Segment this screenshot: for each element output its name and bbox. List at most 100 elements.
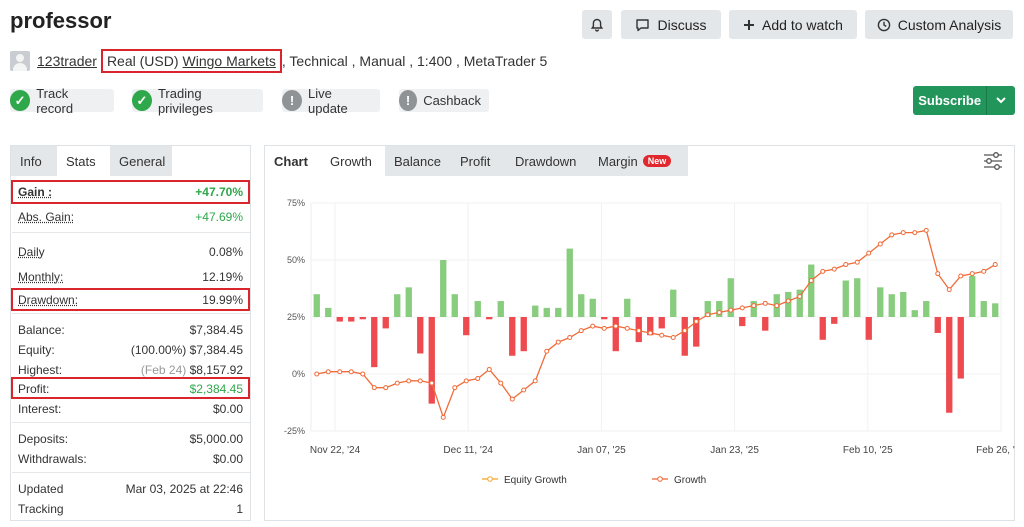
bar: [865, 317, 872, 340]
x-tick-label: Jan 07, '25: [577, 445, 626, 456]
bar: [520, 317, 527, 352]
bar: [612, 317, 619, 352]
tab-growth[interactable]: Growth: [321, 146, 385, 176]
bar: [934, 317, 941, 333]
growth-point: [935, 271, 941, 277]
sliders-icon: [984, 152, 1002, 170]
bar: [474, 301, 481, 317]
growth-point: [417, 378, 423, 384]
growth-point: [578, 328, 584, 334]
bar: [658, 317, 665, 329]
growth-point: [567, 335, 573, 341]
stats-tabs: Info Stats General: [11, 146, 172, 176]
growth-point: [923, 227, 929, 233]
tab-margin-label: Margin: [598, 153, 638, 169]
stat-label: Highest:: [18, 363, 63, 377]
stat-value: $7,384.45: [189, 343, 243, 357]
discuss-label: Discuss: [657, 16, 707, 33]
stat-value: $2,384.45: [189, 382, 243, 396]
bar: [417, 317, 424, 354]
growth-point: [383, 385, 389, 391]
bar: [888, 294, 895, 317]
bar: [371, 317, 378, 368]
tab-info[interactable]: Info: [11, 146, 57, 176]
stat-label: Interest:: [18, 402, 62, 416]
growth-point: [705, 312, 711, 318]
bar: [785, 291, 792, 317]
chart-tabs: Chart Growth Balance Profit Drawdown Mar…: [265, 146, 688, 176]
bar: [463, 317, 470, 336]
notify-button[interactable]: [582, 10, 612, 39]
cashback-badge[interactable]: ! Cashback: [399, 89, 489, 112]
growth-point: [762, 300, 768, 306]
stat-extra: (100.00%): [130, 343, 187, 357]
stat-label: Abs. Gain:: [18, 210, 75, 224]
bar: [911, 310, 918, 317]
bar: [394, 294, 401, 317]
bar: [762, 317, 769, 331]
chart-settings-button[interactable]: [982, 151, 1004, 171]
growth-point: [693, 319, 699, 325]
custom-analysis-label: Custom Analysis: [897, 16, 1002, 33]
stat-abs-gain: Abs. Gain: +47.69%: [18, 210, 243, 224]
growth-point: [394, 380, 400, 386]
tab-stats[interactable]: Stats: [57, 146, 110, 176]
tab-margin[interactable]: Margin New: [589, 146, 688, 176]
tab-profit[interactable]: Profit: [451, 146, 506, 176]
growth-point: [716, 309, 722, 315]
bar: [566, 248, 573, 317]
growth-point: [808, 278, 814, 284]
discuss-button[interactable]: Discuss: [621, 10, 721, 39]
custom-analysis-button[interactable]: Custom Analysis: [865, 10, 1013, 39]
divider: [12, 422, 250, 423]
growth-point: [739, 305, 745, 311]
bar: [543, 307, 550, 317]
bar: [359, 317, 366, 320]
stat-value: Mar 03, 2025 at 22:46: [125, 482, 243, 496]
growth-point: [371, 385, 377, 391]
live-update-badge[interactable]: ! Live update: [282, 86, 380, 116]
stat-drawdown: Drawdown: 19.99%: [18, 293, 243, 307]
tab-general[interactable]: General: [110, 146, 172, 176]
stat-label: Balance:: [18, 323, 65, 337]
growth-point: [348, 369, 354, 375]
subscribe-button[interactable]: Subscribe: [913, 86, 1015, 115]
add-to-watch-button[interactable]: Add to watch: [729, 10, 857, 39]
clock-icon: [877, 18, 891, 31]
growth-point: [958, 273, 964, 279]
stat-value: $0.00: [212, 452, 243, 466]
bar: [969, 275, 976, 317]
chevron-down-icon[interactable]: [986, 86, 1015, 115]
account-meta: 123trader Real (USD) Wingo Markets , Tec…: [10, 49, 547, 73]
x-axis: Nov 22, '24 Dec 11, '24 Jan 07, '25 Jan 23,…: [310, 445, 1015, 456]
exclamation-icon: !: [282, 90, 302, 111]
growth-point: [360, 371, 366, 377]
x-tick-label: Dec 11, '24: [443, 445, 493, 456]
user-link[interactable]: 123trader: [37, 53, 97, 69]
growth-point: [463, 378, 469, 384]
growth-point: [969, 271, 975, 277]
check-icon: ✓: [132, 90, 152, 111]
tab-drawdown[interactable]: Drawdown: [506, 146, 589, 176]
bar: [877, 287, 884, 317]
stat-label: Profit:: [18, 382, 50, 396]
bar: [739, 317, 746, 327]
bar: [405, 287, 412, 317]
add-to-watch-label: Add to watch: [762, 16, 843, 33]
broker-link[interactable]: Wingo Markets: [183, 53, 276, 69]
growth-point: [544, 348, 550, 354]
trading-privileges-badge[interactable]: ✓ Trading privileges: [132, 86, 263, 116]
stat-value: $5,000.00: [189, 432, 243, 446]
track-record-badge[interactable]: ✓ Track record: [10, 86, 114, 116]
legend-item[interactable]: Growth: [652, 475, 706, 486]
growth-point: [498, 380, 504, 386]
cashback-label: Cashback: [423, 93, 481, 108]
bar: [325, 307, 332, 317]
chart-legend: Equity Growth Growth: [482, 475, 706, 486]
bar: [992, 303, 999, 317]
x-tick-label: Nov 22, '24: [310, 445, 361, 456]
bar: [842, 280, 849, 317]
stat-label: Deposits:: [18, 432, 69, 446]
legend-item[interactable]: Equity Growth: [482, 475, 567, 486]
tab-balance[interactable]: Balance: [385, 146, 451, 176]
